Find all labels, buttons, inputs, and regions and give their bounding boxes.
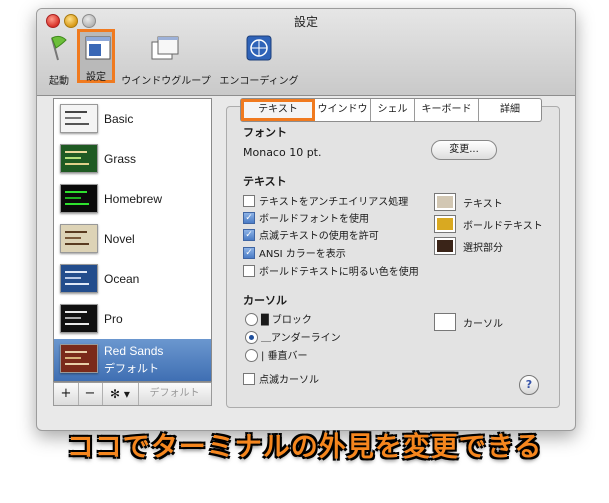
- tab-advanced[interactable]: 詳細: [479, 99, 541, 121]
- option-label: ボールドテキストに明るい色を使用: [259, 267, 419, 278]
- profile-thumbnail: [60, 184, 98, 213]
- bold-font-checkbox[interactable]: ✓: [243, 212, 255, 224]
- profile-item-red-sands[interactable]: Red Sands デフォルト: [54, 339, 211, 381]
- tab-keyboard[interactable]: キーボード: [415, 99, 479, 121]
- cursor-option-block[interactable]: █ ブロック: [245, 311, 312, 327]
- profile-item-grass[interactable]: Grass: [54, 139, 211, 179]
- option-label: アンダーライン: [271, 333, 341, 344]
- profile-actions-gear-button[interactable]: ✻ ▾: [102, 383, 139, 405]
- profile-item-novel[interactable]: Novel: [54, 219, 211, 259]
- tab-shell[interactable]: シェル: [371, 99, 415, 121]
- option-blink-text[interactable]: ✓ 点滅テキストの使用を許可: [243, 227, 379, 242]
- profile-name: Red Sands: [104, 344, 164, 358]
- cursor-block-radio[interactable]: [245, 312, 258, 326]
- profile-name: Grass: [104, 152, 137, 166]
- text-section-heading: テキスト: [243, 175, 287, 188]
- cursor-color-swatch[interactable]: [434, 313, 456, 331]
- profile-name: Basic: [104, 112, 134, 126]
- option-label: ボールドフォントを使用: [259, 214, 369, 225]
- tab-text[interactable]: テキスト: [241, 99, 315, 121]
- option-label: 垂直バー: [267, 351, 308, 362]
- settings-tab-bar: テキスト ウインドウ シェル キーボード 詳細: [240, 98, 542, 122]
- change-font-button[interactable]: 変更...: [431, 140, 497, 160]
- cursor-color-label: カーソル: [463, 319, 503, 330]
- profile-thumbnail: [60, 264, 98, 293]
- add-profile-button[interactable]: +: [54, 383, 79, 405]
- option-label: 点滅テキストの使用を許可: [259, 231, 379, 242]
- selection-color-swatch[interactable]: [434, 237, 456, 255]
- antialias-checkbox[interactable]: [243, 195, 255, 207]
- font-section-heading: フォント: [243, 126, 287, 139]
- option-blink-cursor[interactable]: 点滅カーソル: [243, 371, 319, 386]
- cursor-option-underline[interactable]: ＿アンダーライン: [245, 329, 341, 345]
- cursor-block-glyph: █: [261, 315, 269, 326]
- toolbar-encoding[interactable]: エンコーディング: [217, 32, 301, 88]
- option-label: テキストをアンチエイリアス処理: [259, 197, 409, 208]
- ansi-color-checkbox[interactable]: ✓: [243, 247, 255, 259]
- profile-name: Pro: [104, 312, 123, 326]
- option-bright-bold[interactable]: ボールドテキストに明るい色を使用: [243, 263, 419, 278]
- profile-list-buttons: + − ✻ ▾ デフォルト: [53, 382, 212, 406]
- option-label: 点滅カーソル: [259, 375, 319, 386]
- overlay-caption: ココでターミナルの外見を変更できる: [66, 432, 543, 463]
- toolbar-settings[interactable]: 設定: [77, 29, 115, 83]
- toolbar-window-group[interactable]: ウインドウグループ: [118, 32, 214, 88]
- profile-item-homebrew[interactable]: Homebrew: [54, 179, 211, 219]
- bright-bold-checkbox[interactable]: [243, 265, 255, 277]
- option-ansi-color[interactable]: ✓ ANSI カラーを表示: [243, 245, 346, 260]
- window-title: 設定: [293, 15, 318, 29]
- option-label: ブロック: [271, 315, 312, 326]
- profile-name: Novel: [104, 232, 135, 246]
- profile-item-pro[interactable]: Pro: [54, 299, 211, 339]
- profile-item-basic[interactable]: Basic: [54, 99, 211, 139]
- cursor-underline-glyph: ＿: [261, 333, 271, 344]
- cursor-bar-glyph: |: [261, 351, 265, 362]
- bold-text-color-label: ボールドテキスト: [463, 221, 543, 232]
- remove-profile-button[interactable]: −: [78, 383, 103, 405]
- toolbar-startup-label: 起動: [49, 76, 69, 87]
- blink-text-checkbox[interactable]: ✓: [243, 229, 255, 241]
- profile-default-tag: デフォルト: [104, 362, 159, 375]
- profile-list[interactable]: Basic Grass Homebrew Novel Ocean Pro Red…: [53, 98, 212, 382]
- cursor-option-vertical-bar[interactable]: | 垂直バー: [245, 347, 308, 363]
- selection-color-label: 選択部分: [463, 243, 503, 254]
- option-label: ANSI カラーを表示: [259, 249, 346, 260]
- profile-thumbnail: [60, 104, 98, 133]
- globe-icon: [246, 35, 272, 61]
- option-bold-font[interactable]: ✓ ボールドフォントを使用: [243, 210, 369, 225]
- text-color-label: テキスト: [463, 199, 503, 210]
- window-group-icon: [151, 36, 179, 60]
- option-antialias[interactable]: テキストをアンチエイリアス処理: [243, 193, 408, 208]
- toolbar-window-group-label: ウインドウグループ: [121, 76, 211, 87]
- flag-icon: [51, 35, 67, 61]
- bold-text-color-swatch[interactable]: [434, 215, 456, 233]
- profile-thumbnail: [60, 344, 98, 373]
- profile-thumbnail: [60, 144, 98, 173]
- toolbar-startup[interactable]: 起動: [42, 32, 76, 88]
- settings-window-icon: [85, 36, 111, 60]
- profile-thumbnail: [60, 224, 98, 253]
- cursor-underline-radio[interactable]: [245, 330, 258, 344]
- toolbar-encoding-label: エンコーディング: [219, 76, 299, 87]
- font-name-value: Monaco 10 pt.: [243, 146, 322, 159]
- blink-cursor-checkbox[interactable]: [243, 373, 255, 385]
- profile-name: Homebrew: [104, 192, 163, 206]
- profile-thumbnail: [60, 304, 98, 333]
- text-color-swatch[interactable]: [434, 193, 456, 211]
- help-button[interactable]: ?: [519, 375, 539, 395]
- toolbar-settings-label: 設定: [86, 72, 106, 83]
- set-default-button[interactable]: デフォルト: [138, 383, 211, 405]
- cursor-section-heading: カーソル: [243, 294, 287, 307]
- profile-item-ocean[interactable]: Ocean: [54, 259, 211, 299]
- tab-window[interactable]: ウインドウ: [315, 99, 371, 121]
- cursor-bar-radio[interactable]: [245, 348, 258, 362]
- profile-name: Ocean: [104, 272, 140, 286]
